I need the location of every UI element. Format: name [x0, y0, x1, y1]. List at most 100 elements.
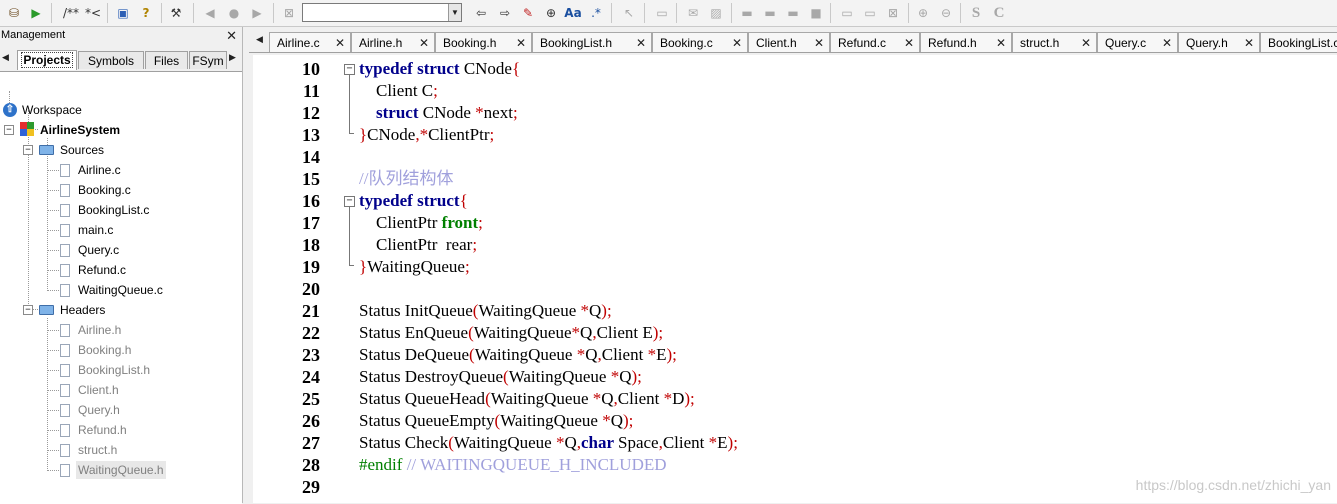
editor-tab[interactable]: Query.c ✕	[1097, 32, 1178, 52]
help-icon[interactable]: ?	[137, 4, 155, 22]
regex-button[interactable]: .*	[588, 4, 604, 22]
editor-tab[interactable]: BookingList.c	[1260, 32, 1337, 52]
code-line[interactable]: //队列结构体	[359, 168, 453, 190]
editor-tab[interactable]: Booking.c ✕	[652, 32, 748, 52]
close-tab-icon[interactable]: ✕	[732, 33, 742, 52]
code-line[interactable]: ClientPtr rear;	[359, 234, 477, 256]
editor-tab[interactable]: Client.h ✕	[748, 32, 830, 52]
code-line[interactable]: typedef struct{	[359, 190, 468, 212]
code-line[interactable]: Status EnQueue(WaitingQueue*Q,Client E);	[359, 322, 663, 344]
tree-file[interactable]: BookingList.c	[78, 201, 149, 219]
code-line[interactable]: Status DeQueue(WaitingQueue *Q,Client *E…	[359, 344, 677, 366]
close-tab-icon[interactable]: ✕	[1244, 33, 1254, 52]
panel-bottom-icon[interactable]: ▬	[784, 4, 802, 22]
tree-file[interactable]: struct.h	[78, 441, 117, 459]
tree-file[interactable]: main.c	[78, 221, 113, 239]
tree-workspace[interactable]: Workspace	[22, 101, 82, 119]
tree-file[interactable]: Query.h	[78, 401, 120, 419]
tab-scroll-left-icon[interactable]: ◀	[2, 52, 9, 63]
tree-file[interactable]: WaitingQueue.c	[78, 281, 163, 299]
settings-wrench-icon[interactable]: ⚒	[167, 4, 185, 22]
code-line[interactable]: Status QueueHead(WaitingQueue *Q,Client …	[359, 388, 695, 410]
code-line[interactable]: }CNode,*ClientPtr;	[359, 124, 494, 146]
tree-file[interactable]: Airline.h	[78, 321, 121, 339]
tree-file[interactable]: Refund.h	[78, 421, 127, 439]
close-icon[interactable]: ✕	[226, 27, 237, 44]
code-line[interactable]: Status Check(WaitingQueue *Q,char Space,…	[359, 432, 738, 454]
tab-scroll-right-icon[interactable]: ▶	[229, 52, 236, 63]
debug-window-icon[interactable]: ▣	[114, 4, 132, 22]
code-completion-icon[interactable]: ⊠	[280, 4, 298, 22]
zoom-in-icon[interactable]: ⊕	[914, 4, 932, 22]
tree-folder-sources[interactable]: Sources	[60, 141, 104, 159]
editor-tab[interactable]: Refund.h ✕	[920, 32, 1012, 52]
symbol-s-icon[interactable]: S	[967, 4, 985, 22]
editor-tab[interactable]: BookingList.h ✕	[532, 32, 652, 52]
frame-close-icon[interactable]: ⊠	[884, 4, 902, 22]
editor-tab[interactable]: Refund.c ✕	[830, 32, 920, 52]
code-line[interactable]: Status InitQueue(WaitingQueue *Q);	[359, 300, 612, 322]
collapse-headers-icon[interactable]: −	[23, 305, 33, 315]
code-line[interactable]: #endif // WAITINGQUEUE_H_INCLUDED	[359, 454, 667, 476]
frame-alt-icon[interactable]: ▭	[861, 4, 879, 22]
build-icon[interactable]: ⛁	[5, 4, 23, 22]
code-line[interactable]: Status QueueEmpty(WaitingQueue *Q);	[359, 410, 633, 432]
code-line[interactable]: struct CNode *next;	[359, 102, 518, 124]
function-selector[interactable]: ▼	[302, 3, 462, 22]
collapse-project-icon[interactable]: −	[4, 125, 14, 135]
breakpoint-icon[interactable]: ●	[225, 4, 243, 22]
close-tab-icon[interactable]: ✕	[636, 33, 646, 52]
tree-file-selected[interactable]: WaitingQueue.h	[76, 461, 166, 479]
editor-tab[interactable]: struct.h ✕	[1012, 32, 1097, 52]
code-line[interactable]: Status DestroyQueue(WaitingQueue *Q);	[359, 366, 642, 388]
tree-file[interactable]: BookingList.h	[78, 361, 150, 379]
symbol-c-icon[interactable]: C	[990, 4, 1008, 22]
run-icon[interactable]: ▶	[27, 4, 45, 22]
uncomment-button[interactable]: *<	[84, 4, 102, 22]
find-usage-icon[interactable]: ⊕	[542, 4, 560, 22]
arrow-right-icon[interactable]: ⇨	[496, 4, 514, 22]
tab-symbols[interactable]: Symbols	[78, 51, 144, 69]
panel-left-icon[interactable]: ▬	[738, 4, 756, 22]
fold-collapse-icon[interactable]: −	[344, 196, 355, 207]
editor-tab[interactable]: Query.h ✕	[1178, 32, 1260, 52]
editor-tab[interactable]: Booking.h ✕	[435, 32, 532, 52]
close-tab-icon[interactable]: ✕	[904, 33, 914, 52]
image-icon[interactable]: ▨	[707, 4, 725, 22]
code-editor[interactable]: typedef struct CNode{ Client C; struct C…	[358, 55, 1337, 503]
code-line[interactable]: ClientPtr front;	[359, 212, 483, 234]
tab-files[interactable]: Files	[145, 51, 188, 69]
arrow-left-icon[interactable]: ⇦	[472, 4, 490, 22]
select-cursor-icon[interactable]: ↖	[620, 4, 638, 22]
tree-folder-headers[interactable]: Headers	[60, 301, 105, 319]
tree-file[interactable]: Client.h	[78, 381, 119, 399]
tree-file[interactable]: Booking.h	[78, 341, 131, 359]
close-tab-icon[interactable]: ✕	[335, 33, 345, 52]
code-line[interactable]: Client C;	[359, 80, 438, 102]
highlight-pen-icon[interactable]: ✎	[519, 4, 537, 22]
zoom-out-icon[interactable]: ⊖	[937, 4, 955, 22]
close-tab-icon[interactable]: ✕	[516, 33, 526, 52]
panel-full-icon[interactable]: ■	[807, 4, 825, 22]
mail-icon[interactable]: ✉	[684, 4, 702, 22]
editor-tab[interactable]: Airline.h ✕	[351, 32, 435, 52]
comment-button[interactable]: /**	[60, 4, 82, 22]
tree-project[interactable]: AirlineSystem	[40, 121, 120, 139]
tree-file[interactable]: Refund.c	[78, 261, 126, 279]
tab-scroll-left-icon[interactable]: ◀	[256, 34, 263, 45]
code-line[interactable]: }WaitingQueue;	[359, 256, 470, 278]
close-tab-icon[interactable]: ✕	[814, 33, 824, 52]
tree-file[interactable]: Query.c	[78, 241, 119, 259]
editor-tab[interactable]: Airline.c ✕	[269, 32, 351, 52]
jump-back-icon[interactable]: ◀	[201, 4, 219, 22]
jump-forward-icon[interactable]: ▶	[248, 4, 266, 22]
tab-projects[interactable]: Projects	[17, 50, 77, 70]
close-tab-icon[interactable]: ✕	[996, 33, 1006, 52]
chevron-down-icon[interactable]: ▼	[448, 4, 461, 21]
frame-icon[interactable]: ▭	[838, 4, 856, 22]
tab-fsymbols[interactable]: FSym	[189, 51, 227, 69]
panel-top-icon[interactable]: ▬	[761, 4, 779, 22]
tree-file[interactable]: Booking.c	[78, 181, 131, 199]
close-tab-icon[interactable]: ✕	[1162, 33, 1172, 52]
close-tab-icon[interactable]: ✕	[1081, 33, 1091, 52]
